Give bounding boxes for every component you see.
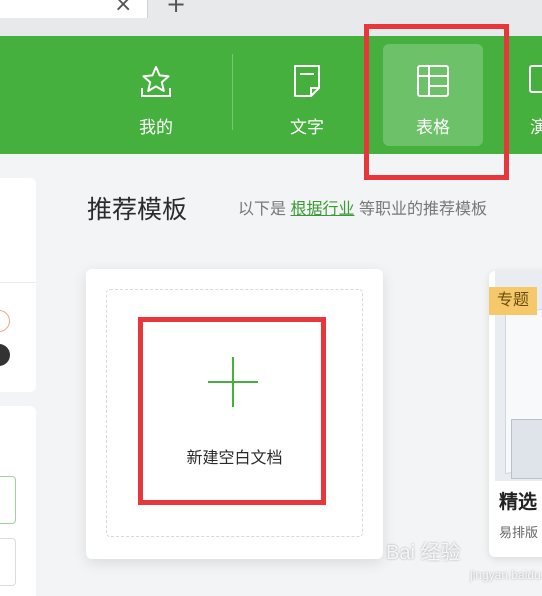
star-tray-icon [141, 66, 171, 97]
side-tag-dark[interactable] [0, 344, 10, 366]
side-panel-card [0, 178, 36, 392]
nav-label-presentation[interactable]: 演 [530, 118, 542, 138]
template-title: 精选 [499, 492, 538, 513]
document-icon [294, 65, 320, 97]
nav-label-sheet: 表格 [416, 118, 450, 137]
side-option-selected[interactable] [0, 476, 16, 524]
nav-label-text: 文字 [290, 118, 324, 137]
side-tag-outline[interactable] [0, 310, 10, 332]
nav-item-sheet[interactable]: 表格 [383, 44, 483, 146]
new-blank-label: 新建空白文档 [186, 450, 283, 467]
new-blank-dashed-area[interactable] [106, 289, 363, 537]
side-divider [0, 282, 36, 283]
template-badge: 专题 [489, 287, 538, 315]
presentation-icon[interactable] [528, 64, 542, 94]
close-tab-icon[interactable]: × [114, 0, 132, 16]
new-tab-icon[interactable]: + [166, 0, 186, 16]
section-description: 以下是 根据行业 等职业的推荐模板 [238, 200, 487, 220]
browser-tab[interactable]: × [0, 0, 148, 18]
section-desc-suffix: 等职业的推荐模板 [358, 201, 487, 218]
nav-item-mine[interactable]: 我的 [106, 44, 206, 146]
template-card[interactable]: 专题 精选 易排版 [489, 271, 542, 557]
app-header: 我的 文字 表格 演 [0, 36, 542, 154]
baidu-watermark: Bai 经验 [386, 542, 461, 564]
nav-divider [232, 54, 233, 130]
nav-item-text[interactable]: 文字 [257, 44, 357, 146]
side-option[interactable] [0, 538, 16, 586]
baidu-watermark-url: jingyan.baidu.com [470, 568, 542, 582]
template-subtitle: 易排版 [499, 525, 539, 540]
nav-label-mine: 我的 [139, 118, 173, 137]
template-preview-sheet-front [511, 419, 542, 479]
industry-link[interactable]: 根据行业 [290, 201, 354, 218]
browser-tabstrip: × + [0, 0, 542, 36]
section-desc-prefix: 以下是 [238, 201, 287, 218]
side-panel-card-lower [0, 406, 36, 596]
section-title: 推荐模板 [87, 196, 188, 224]
new-blank-document-card[interactable]: 新建空白文档 [86, 269, 383, 559]
table-icon [417, 65, 449, 97]
plus-icon-vertical [232, 357, 234, 407]
